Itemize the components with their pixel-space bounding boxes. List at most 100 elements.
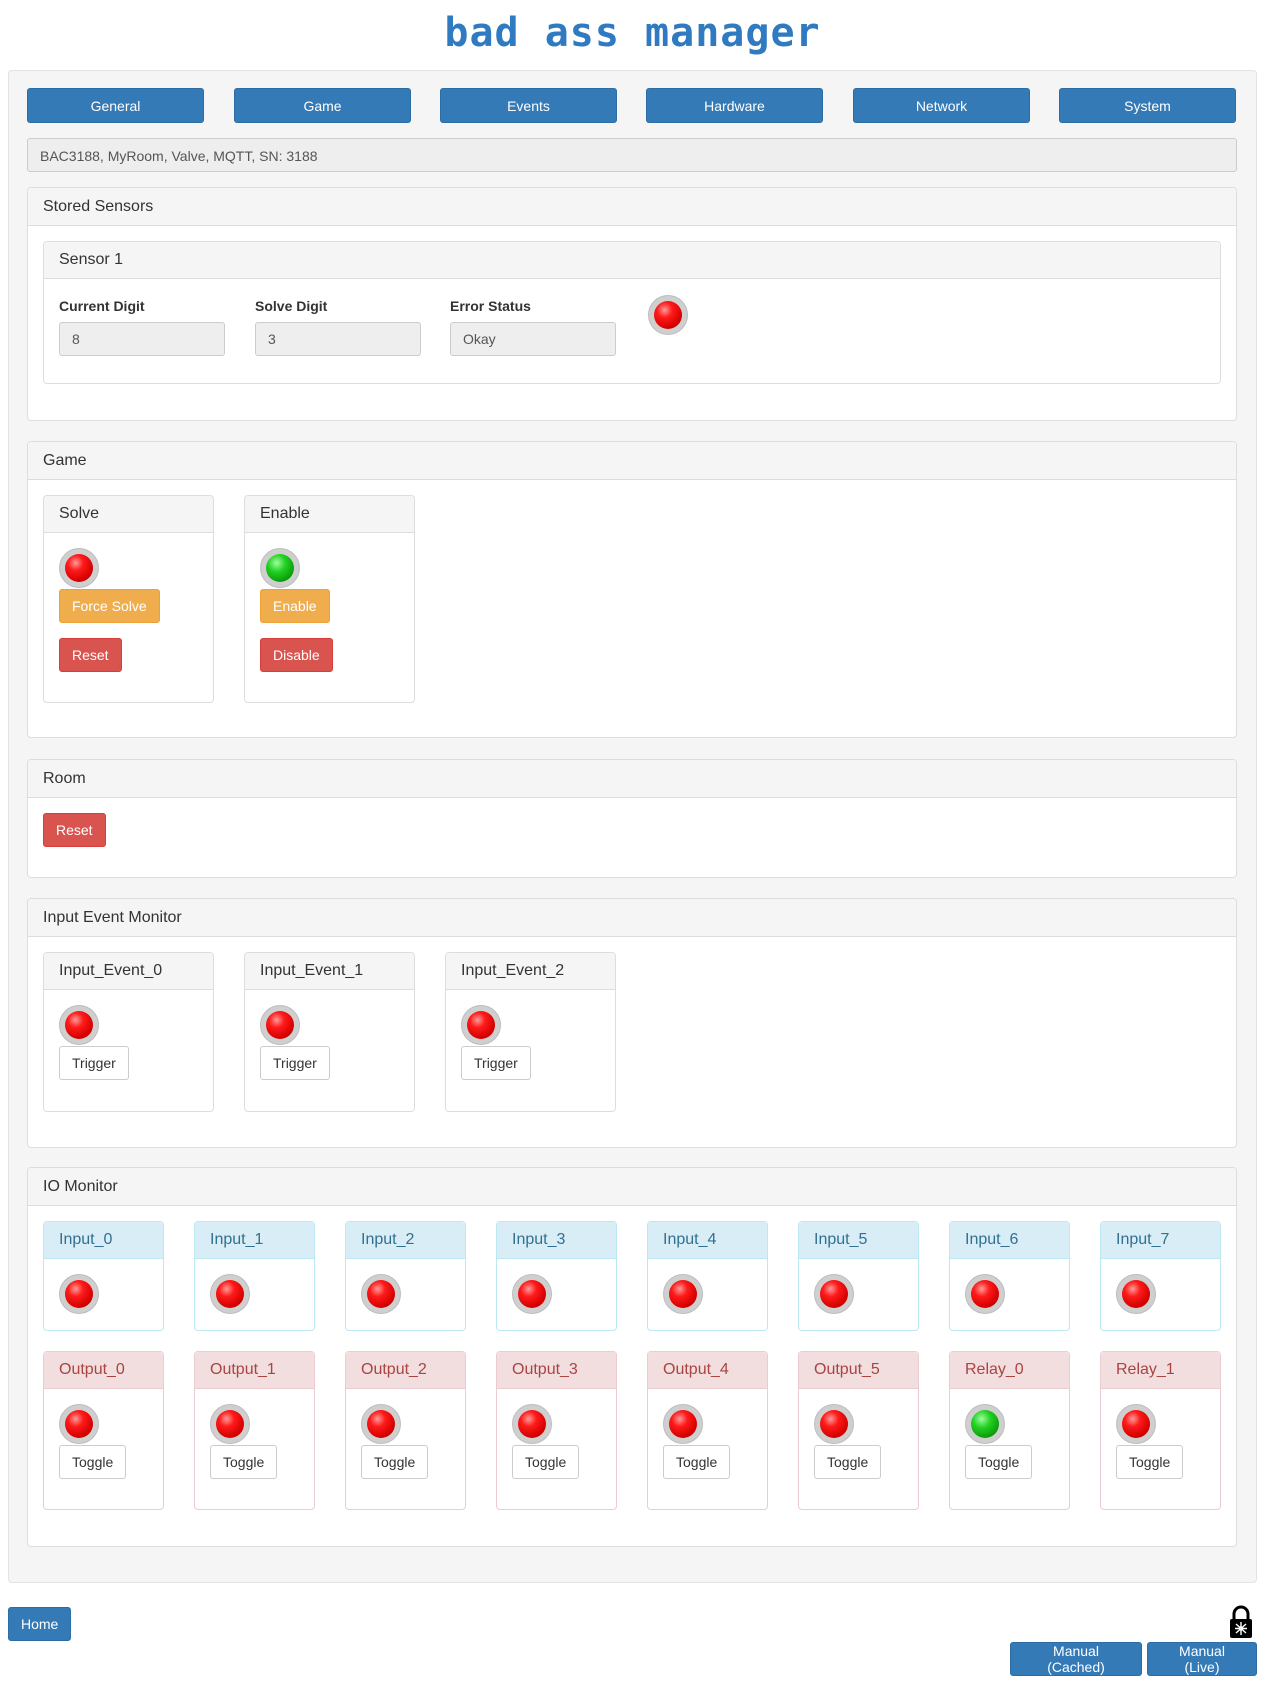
sensor-panel: Sensor 1 Current Digit 8 Solve Digit 3 E…	[43, 241, 1221, 384]
toggle-button[interactable]: Toggle	[59, 1445, 127, 1479]
game-panel: Game Solve Force Solve Reset Enable Enab…	[27, 441, 1237, 738]
output-title: Output_4	[648, 1352, 767, 1389]
output-led	[814, 1404, 854, 1444]
manual-live-button[interactable]: Manual (Live)	[1147, 1642, 1257, 1676]
enable-panel: Enable Enable Disable	[244, 495, 415, 703]
app-title: bad ass manager	[444, 10, 821, 56]
input-title: Input_3	[497, 1222, 616, 1259]
input-card: Input_3	[496, 1221, 617, 1331]
toggle-button[interactable]: Toggle	[512, 1445, 580, 1479]
tab-system[interactable]: System	[1059, 88, 1236, 123]
tab-general[interactable]: General	[27, 88, 204, 123]
input-title: Input_6	[950, 1222, 1069, 1259]
current-digit-field: 8	[59, 322, 225, 356]
input-led	[814, 1274, 854, 1314]
error-status-field: Okay	[450, 322, 616, 356]
toggle-button[interactable]: Toggle	[1116, 1445, 1184, 1479]
solve-title: Solve	[44, 496, 213, 533]
input-led	[1116, 1274, 1156, 1314]
input-title: Input_7	[1101, 1222, 1220, 1259]
output-title: Output_5	[799, 1352, 918, 1389]
input-title: Input_2	[346, 1222, 465, 1259]
tab-events[interactable]: Events	[440, 88, 617, 123]
sensor-status-led	[648, 295, 688, 335]
input-card: Input_1	[194, 1221, 315, 1331]
solve-panel: Solve Force Solve Reset	[43, 495, 214, 703]
input-card: Input_7	[1100, 1221, 1221, 1331]
output-led	[361, 1404, 401, 1444]
solve-led	[59, 548, 99, 588]
input-card: Input_4	[647, 1221, 768, 1331]
input-led	[512, 1274, 552, 1314]
disable-button[interactable]: Disable	[260, 638, 333, 672]
input-led	[361, 1274, 401, 1314]
input-title: Input_0	[44, 1222, 163, 1259]
error-status-label: Error Status	[450, 298, 531, 314]
home-button[interactable]: Home	[8, 1607, 72, 1641]
input-event-card: Input_Event_2 Trigger	[445, 952, 616, 1112]
input-card: Input_6	[949, 1221, 1070, 1331]
input-led	[59, 1274, 99, 1314]
output-title: Output_2	[346, 1352, 465, 1389]
trigger-button[interactable]: Trigger	[461, 1046, 531, 1080]
toggle-button[interactable]: Toggle	[663, 1445, 731, 1479]
input-event-card: Input_Event_1 Trigger	[244, 952, 415, 1112]
panel-title: Game	[28, 442, 1236, 480]
current-digit-label: Current Digit	[59, 298, 145, 314]
panel-title: Room	[28, 760, 1236, 798]
relay-card: Relay_0 Toggle	[949, 1351, 1070, 1510]
room-reset-button[interactable]: Reset	[43, 813, 106, 847]
toggle-button[interactable]: Toggle	[965, 1445, 1033, 1479]
input-card: Input_0	[43, 1221, 164, 1331]
solve-digit-label: Solve Digit	[255, 298, 328, 314]
output-card: Output_1 Toggle	[194, 1351, 315, 1510]
output-title: Output_1	[195, 1352, 314, 1389]
relay-led	[965, 1404, 1005, 1444]
enable-title: Enable	[245, 496, 414, 533]
output-led	[59, 1404, 99, 1444]
output-led	[512, 1404, 552, 1444]
output-card: Output_2 Toggle	[345, 1351, 466, 1510]
stored-sensors-panel: Stored Sensors Sensor 1 Current Digit 8 …	[27, 187, 1237, 421]
trigger-button[interactable]: Trigger	[59, 1046, 129, 1080]
solve-reset-button[interactable]: Reset	[59, 638, 122, 672]
sensor-title: Sensor 1	[44, 242, 1220, 279]
room-panel: Room Reset	[27, 759, 1237, 878]
output-card: Output_5 Toggle	[798, 1351, 919, 1510]
manual-cached-button[interactable]: Manual (Cached)	[1010, 1642, 1142, 1676]
padlock-icon[interactable]	[1228, 1605, 1254, 1639]
input-event-title: Input_Event_0	[44, 953, 213, 990]
panel-title: IO Monitor	[28, 1168, 1236, 1206]
output-card: Output_0 Toggle	[43, 1351, 164, 1510]
relay-title: Relay_0	[950, 1352, 1069, 1389]
trigger-button[interactable]: Trigger	[260, 1046, 330, 1080]
toggle-button[interactable]: Toggle	[361, 1445, 429, 1479]
force-solve-button[interactable]: Force Solve	[59, 589, 160, 623]
input-event-led	[260, 1005, 300, 1045]
io-monitor-panel: IO Monitor Input_0 Input_1 Input_2 Input…	[27, 1167, 1237, 1547]
tab-game[interactable]: Game	[234, 88, 411, 123]
input-event-monitor-panel: Input Event Monitor Input_Event_0 Trigge…	[27, 898, 1237, 1148]
input-title: Input_4	[648, 1222, 767, 1259]
input-event-card: Input_Event_0 Trigger	[43, 952, 214, 1112]
output-card: Output_4 Toggle	[647, 1351, 768, 1510]
input-event-title: Input_Event_2	[446, 953, 615, 990]
input-card: Input_2	[345, 1221, 466, 1331]
relay-led	[1116, 1404, 1156, 1444]
tab-hardware[interactable]: Hardware	[646, 88, 823, 123]
toggle-button[interactable]: Toggle	[210, 1445, 278, 1479]
enable-led	[260, 548, 300, 588]
device-info: BAC3188, MyRoom, Valve, MQTT, SN: 3188	[27, 138, 1237, 172]
panel-title: Stored Sensors	[28, 188, 1236, 226]
input-title: Input_1	[195, 1222, 314, 1259]
input-led	[965, 1274, 1005, 1314]
input-card: Input_5	[798, 1221, 919, 1331]
enable-button[interactable]: Enable	[260, 589, 330, 623]
output-title: Output_3	[497, 1352, 616, 1389]
relay-title: Relay_1	[1101, 1352, 1220, 1389]
solve-digit-field: 3	[255, 322, 421, 356]
output-led	[663, 1404, 703, 1444]
tab-network[interactable]: Network	[853, 88, 1030, 123]
input-event-led	[59, 1005, 99, 1045]
toggle-button[interactable]: Toggle	[814, 1445, 882, 1479]
